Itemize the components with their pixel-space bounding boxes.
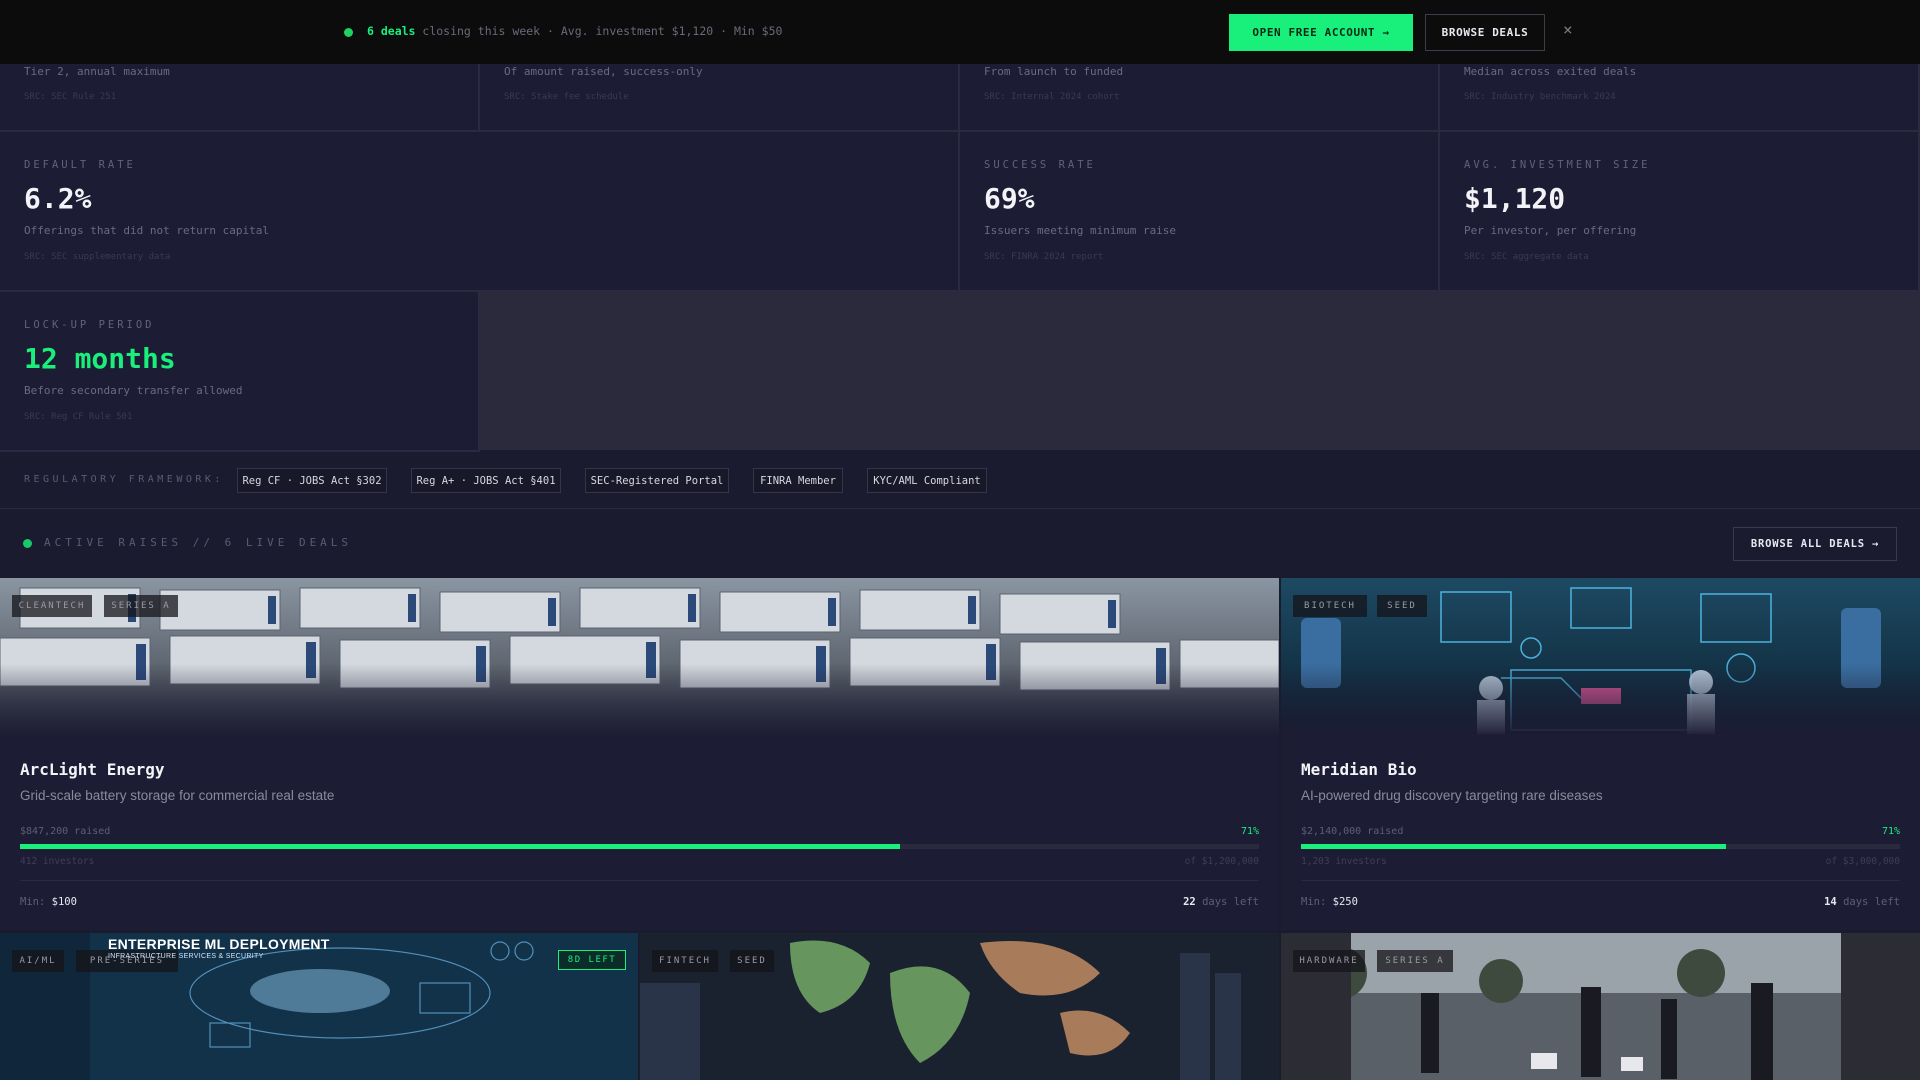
deal-minimum-label: Min: [20, 896, 46, 908]
browse-all-deals-button[interactable]: BROWSE ALL DEALS → [1733, 527, 1897, 561]
deal-minimum: Min: $100 [20, 896, 77, 908]
stat-value: 6.2% [24, 182, 92, 215]
card-divider [1301, 880, 1900, 881]
deal-tag: HARDWARE [1293, 950, 1365, 972]
deal-investor-count: 1,203 investors [1301, 856, 1387, 867]
deal-progress-bar [20, 844, 1259, 849]
announcement-message: 6 deals closing this week · Avg. investm… [367, 24, 782, 38]
stat-description: Before secondary transfer allowed [24, 384, 243, 397]
deal-days-label: days left [1202, 896, 1259, 908]
live-indicator-icon [344, 28, 353, 37]
stat-source: SRC: FINRA 2024 report [984, 252, 1104, 262]
regulatory-framework-bar: REGULATORY FRAMEWORK: Reg CF · JOBS Act … [0, 452, 1920, 509]
stat-card-avg-investment: AVG. INVESTMENT SIZE $1,120 Per investor… [1440, 132, 1920, 292]
stat-card-default-rate: DEFAULT RATE 6.2% Offerings that did not… [0, 132, 960, 292]
stat-source: SRC: Reg CF Rule 501 [24, 412, 133, 422]
stat-label: AVG. INVESTMENT SIZE [1464, 159, 1651, 171]
regulatory-chip: Reg A+ · JOBS Act §401 [411, 468, 561, 493]
deal-minimum-value: $250 [1332, 896, 1358, 908]
deal-tagline: AI-powered drug discovery targeting rare… [1301, 788, 1603, 803]
deal-tag: SEED [1377, 595, 1427, 617]
stat-card-success-rate: SUCCESS RATE 69% Issuers meeting minimum… [960, 132, 1440, 292]
deal-progress-bar [1301, 844, 1900, 849]
stat-description: Tier 2, annual maximum [24, 65, 170, 78]
image-overlay-subtitle: INFRASTRUCTURE SERVICES & SECURITY [108, 953, 264, 960]
deal-minimum: Min: $250 [1301, 896, 1358, 908]
live-indicator-icon [23, 539, 32, 548]
deal-card-fintech[interactable]: FINTECH SEED [640, 933, 1279, 1080]
deal-name[interactable]: Meridian Bio [1301, 760, 1417, 779]
deal-name[interactable]: ArcLight Energy [20, 760, 165, 779]
stat-description: Issuers meeting minimum raise [984, 224, 1177, 237]
announcement-highlight: 6 deals [367, 24, 416, 38]
deal-image-battery-containers [0, 578, 1279, 734]
deal-minimum-label: Min: [1301, 896, 1327, 908]
deal-goal: of $3,000,000 [1825, 856, 1900, 867]
stat-label: SUCCESS RATE [984, 159, 1096, 171]
stat-description: Of amount raised, success-only [504, 65, 703, 78]
regulatory-label: REGULATORY FRAMEWORK: [24, 474, 224, 485]
active-raises-header: ACTIVE RAISES // 6 LIVE DEALS BROWSE ALL… [0, 510, 1920, 578]
deal-card-arclight[interactable]: CLEANTECH SERIES A ArcLight Energy Grid-… [0, 578, 1279, 930]
deal-days-left: 22 days left [1183, 896, 1259, 908]
stat-source: SRC: SEC Rule 251 [24, 92, 117, 102]
deal-card-meridian-bio[interactable]: BIOTECH SEED Meridian Bio AI-powered dru… [1281, 578, 1920, 930]
stat-source: SRC: SEC supplementary data [24, 252, 171, 262]
deal-days-value: 14 [1824, 896, 1837, 908]
regulatory-chip: SEC-Registered Portal [585, 468, 729, 493]
deal-card-ai-ml[interactable]: AI/ML PRE-SERIES ENTERPRISE ML DEPLOYMEN… [0, 933, 638, 1080]
regulatory-chip: Reg CF · JOBS Act §302 [237, 468, 387, 493]
stat-description: Offerings that did not return capital [24, 224, 270, 237]
announcement-bar: 6 deals closing this week · Avg. investm… [0, 0, 1920, 64]
close-icon[interactable]: × [1563, 20, 1573, 39]
stat-label: DEFAULT RATE [24, 159, 136, 171]
deal-raised-amount: $847,200 raised [20, 826, 111, 837]
stat-value: 69% [984, 182, 1035, 215]
deal-days-value: 22 [1183, 896, 1196, 908]
active-raises-title: ACTIVE RAISES // 6 LIVE DEALS [44, 536, 353, 549]
open-free-account-button[interactable]: OPEN FREE ACCOUNT → [1229, 14, 1413, 51]
stat-value: $1,120 [1464, 182, 1566, 215]
deal-tagline: Grid-scale battery storage for commercia… [20, 788, 335, 803]
deal-funded-percent: 71% [1881, 826, 1900, 837]
announcement-text: closing this week · Avg. investment $1,1… [415, 24, 783, 38]
deal-tag: SEED [730, 950, 774, 972]
stat-source: SRC: Industry benchmark 2024 [1464, 92, 1616, 102]
deal-tag: AI/ML [12, 950, 64, 972]
image-overlay-title: ENTERPRISE ML DEPLOYMENT [108, 936, 330, 952]
deal-tag: CLEANTECH [12, 595, 92, 617]
deal-investor-count: 412 investors [20, 856, 95, 867]
deal-tag: BIOTECH [1293, 595, 1367, 617]
stat-description: Per investor, per offering [1464, 224, 1637, 237]
stat-label: LOCK-UP PERIOD [24, 319, 155, 331]
stat-description: Median across exited deals [1464, 65, 1637, 78]
stat-description: From launch to funded [984, 65, 1124, 78]
regulatory-chip: FINRA Member [753, 468, 843, 493]
deal-tag: FINTECH [652, 950, 718, 972]
regulatory-chip: KYC/AML Compliant [867, 468, 987, 493]
deal-goal: of $1,200,000 [1184, 856, 1259, 867]
deal-progress-fill [1301, 844, 1727, 849]
deal-days-left: 14 days left [1824, 896, 1900, 908]
stat-source: SRC: Internal 2024 cohort [984, 92, 1120, 102]
stat-source: SRC: Stake fee schedule [504, 92, 629, 102]
stat-card-lockup-period: LOCK-UP PERIOD 12 months Before secondar… [0, 292, 480, 452]
stat-source: SRC: SEC aggregate data [1464, 252, 1589, 262]
browse-deals-button[interactable]: BROWSE DEALS [1425, 14, 1545, 51]
empty-grid-cell [480, 292, 1920, 450]
card-divider [20, 880, 1259, 881]
deal-minimum-value: $100 [51, 896, 77, 908]
deal-funded-percent: 71% [1240, 826, 1259, 837]
deal-tag: SERIES A [1377, 950, 1453, 972]
days-left-badge: 8D LEFT [558, 950, 626, 970]
deal-card-hardware[interactable]: HARDWARE SERIES A [1281, 933, 1920, 1080]
deal-tag: SERIES A [104, 595, 178, 617]
deal-days-label: days left [1843, 896, 1900, 908]
deal-progress-fill [20, 844, 900, 849]
stat-value: 12 months [24, 342, 176, 375]
deal-raised-amount: $2,140,000 raised [1301, 826, 1404, 837]
